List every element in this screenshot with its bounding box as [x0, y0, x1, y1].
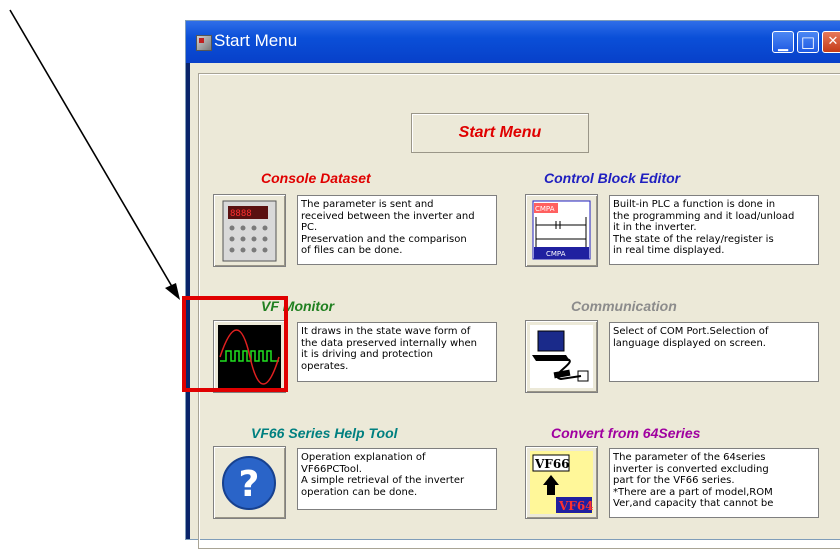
heading-convert-from-64series: Convert from 64Series	[551, 425, 701, 441]
maximize-icon: □	[800, 33, 816, 51]
icon-bottom-label: VF64	[558, 499, 594, 513]
ladder-diagram-icon: CMPA CMPA	[532, 200, 591, 260]
communication-button[interactable]	[525, 320, 598, 393]
description-text: Operation explanation of VF66PCTool. A s…	[301, 452, 465, 498]
console-dataset-button[interactable]: 8888	[213, 194, 286, 267]
communication-description: Select of COM Port.Selection of language…	[609, 322, 819, 382]
convert-vf64-to-vf66-icon: VF66 VF64	[530, 451, 594, 514]
control-block-editor-button[interactable]: CMPA CMPA	[525, 194, 598, 267]
convert-from-64series-button[interactable]: VF66 VF64	[525, 446, 598, 519]
start-menu-heading: Start Menu	[411, 113, 589, 153]
highlight-box	[182, 296, 288, 392]
heading-vf66-help-tool: VF66 Series Help Tool	[251, 425, 398, 441]
app-icon	[196, 35, 212, 51]
convert-from-64series-description: The parameter of the 64series inverter i…	[609, 448, 819, 518]
control-block-editor-description: Built-in PLC a function is done in the p…	[609, 195, 819, 265]
icon-label: CMPA	[535, 205, 555, 213]
description-text: Select of COM Port.Selection of language…	[613, 326, 769, 349]
minimize-icon: ▁	[778, 37, 788, 52]
help-question-icon: ?	[222, 456, 276, 510]
heading-control-block-editor: Control Block Editor	[544, 170, 681, 186]
console-keypad-icon: 8888	[222, 200, 277, 262]
maximize-button[interactable]: □	[797, 31, 819, 53]
svg-text:8888: 8888	[230, 209, 252, 219]
vf-monitor-description: It draws in the state wave form of the d…	[297, 322, 497, 382]
description-text: The parameter of the 64series inverter i…	[613, 452, 774, 510]
close-button[interactable]: ✕	[822, 31, 840, 53]
icon-top-label: VF66	[534, 457, 570, 471]
console-dataset-description: The parameter is sent and received betwe…	[297, 195, 497, 265]
heading-console-dataset: Console Dataset	[261, 170, 371, 186]
group-box: Start Menu Console Dataset 8888 The para…	[198, 73, 840, 549]
description-text: It draws in the state wave form of the d…	[301, 326, 478, 372]
vf66-help-tool-button[interactable]: ?	[213, 446, 286, 519]
close-icon: ✕	[827, 34, 839, 49]
laptop-connection-icon	[530, 325, 593, 388]
vf66-help-tool-description: Operation explanation of VF66PCTool. A s…	[297, 448, 497, 510]
heading-communication: Communication	[571, 298, 677, 314]
description-text: The parameter is sent and received betwe…	[301, 199, 475, 257]
svg-text:?: ?	[239, 464, 260, 505]
icon-label-bottom: CMPA	[546, 250, 566, 258]
description-text: Built-in PLC a function is done in the p…	[613, 199, 795, 257]
window-title: Start Menu	[214, 31, 298, 50]
start-menu-window: Start Menu ▁ □ ✕ Start Menu Console Data…	[185, 20, 840, 549]
minimize-button[interactable]: ▁	[772, 31, 794, 53]
title-bar[interactable]: Start Menu ▁ □ ✕	[186, 21, 840, 63]
